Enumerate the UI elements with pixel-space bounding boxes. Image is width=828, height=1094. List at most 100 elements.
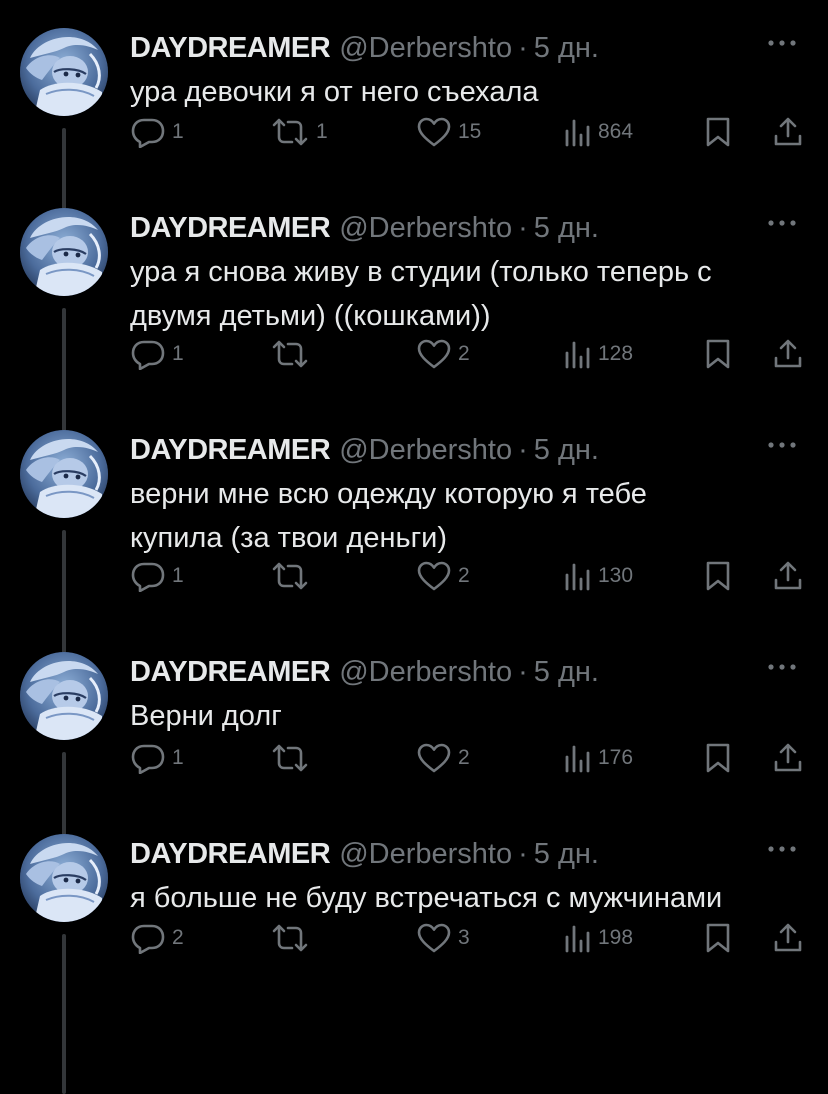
reply-count: 2 (172, 926, 184, 949)
tweet-content: DAYDREAMER @Derbershto · 5 дн. ура я сно… (130, 208, 802, 370)
heart-icon (417, 743, 451, 773)
share-icon (774, 743, 802, 772)
retweet-button[interactable] (270, 558, 316, 594)
share-button[interactable] (772, 740, 804, 776)
tweet-content: DAYDREAMER @Derbershto · 5 дн. ура девоч… (130, 28, 802, 148)
share-button[interactable] (772, 114, 804, 150)
author-name[interactable]: DAYDREAMER (130, 838, 331, 871)
reply-button[interactable]: 1 (130, 558, 184, 594)
bookmark-button[interactable] (704, 740, 732, 776)
retweet-count: 1 (316, 120, 328, 143)
separator-dot: · (518, 837, 528, 870)
author-handle[interactable]: @Derbershto (339, 434, 512, 467)
views-button[interactable]: 198 (562, 920, 633, 956)
tweet-timestamp[interactable]: 5 дн. (534, 32, 599, 65)
reply-count: 1 (172, 342, 184, 365)
share-icon (774, 923, 802, 952)
more-button[interactable] (762, 652, 802, 682)
more-button[interactable] (762, 28, 802, 58)
bookmark-button[interactable] (704, 336, 732, 372)
like-button[interactable]: 2 (416, 558, 470, 594)
tweet-actions: 1 2 (130, 740, 802, 776)
more-button[interactable] (762, 834, 802, 864)
views-button[interactable]: 130 (562, 558, 633, 594)
tweet-timestamp[interactable]: 5 дн. (534, 212, 599, 245)
views-icon (565, 925, 590, 953)
like-count: 15 (458, 120, 482, 143)
author-handle[interactable]: @Derbershto (339, 838, 512, 871)
share-button[interactable] (772, 336, 804, 372)
reply-button[interactable]: 1 (130, 740, 184, 776)
like-button[interactable]: 2 (416, 336, 470, 372)
reply-icon (131, 562, 165, 592)
author-handle[interactable]: @Derbershto (339, 656, 512, 689)
separator-dot: · (518, 211, 528, 244)
separator-dot: · (518, 655, 528, 688)
bookmark-button[interactable] (704, 558, 732, 594)
retweet-button[interactable] (270, 336, 316, 372)
like-button[interactable]: 3 (416, 920, 470, 956)
like-count: 3 (458, 926, 470, 949)
retweet-button[interactable] (270, 740, 316, 776)
reply-icon (131, 744, 165, 774)
more-button[interactable] (762, 430, 802, 460)
author-name[interactable]: DAYDREAMER (130, 32, 331, 65)
more-icon (768, 442, 796, 448)
author-handle[interactable]: @Derbershto (339, 212, 512, 245)
views-button[interactable]: 864 (562, 114, 633, 150)
more-button[interactable] (762, 208, 802, 238)
author-name[interactable]: DAYDREAMER (130, 212, 331, 245)
heart-icon (417, 923, 451, 953)
bookmark-icon (706, 117, 730, 147)
author-name[interactable]: DAYDREAMER (130, 656, 331, 689)
author-name[interactable]: DAYDREAMER (130, 434, 331, 467)
share-icon (774, 339, 802, 368)
tweet-content: DAYDREAMER @Derbershto · 5 дн. я больше … (130, 834, 802, 954)
reply-button[interactable]: 2 (130, 920, 184, 956)
avatar[interactable] (20, 28, 108, 116)
bookmark-button[interactable] (704, 114, 732, 150)
reply-icon (131, 118, 165, 148)
retweet-button[interactable] (270, 920, 316, 956)
tweet-content: DAYDREAMER @Derbershto · 5 дн. Верни дол… (130, 652, 802, 774)
like-count: 2 (458, 564, 470, 587)
views-count: 128 (598, 342, 634, 365)
tweet-timestamp[interactable]: 5 дн. (534, 656, 599, 689)
views-button[interactable]: 176 (562, 740, 633, 776)
retweet-icon (272, 118, 308, 146)
views-count: 864 (598, 120, 634, 143)
tweet-text: верни мне всю одежду которую я тебе купи… (130, 478, 647, 554)
tweet-actions: 1 2 (130, 336, 802, 372)
views-button[interactable]: 128 (562, 336, 633, 372)
author-handle[interactable]: @Derbershto (339, 32, 512, 65)
more-icon (768, 846, 796, 852)
reply-count: 1 (172, 120, 184, 143)
avatar[interactable] (20, 652, 108, 740)
views-count: 176 (598, 746, 634, 769)
views-icon (565, 341, 590, 369)
more-icon (768, 220, 796, 226)
avatar[interactable] (20, 208, 108, 296)
share-button[interactable] (772, 920, 804, 956)
reply-button[interactable]: 1 (130, 114, 184, 150)
bookmark-icon (706, 923, 730, 953)
like-button[interactable]: 2 (416, 740, 470, 776)
tweet-text: Верни долг (130, 700, 282, 732)
retweet-icon (272, 340, 308, 368)
bookmark-icon (706, 561, 730, 591)
avatar[interactable] (20, 834, 108, 922)
tweet-content: DAYDREAMER @Derbershto · 5 дн. верни мне… (130, 430, 802, 592)
avatar[interactable] (20, 430, 108, 518)
bookmark-icon (706, 743, 730, 773)
like-button[interactable]: 15 (416, 114, 481, 150)
retweet-button[interactable]: 1 (270, 114, 328, 150)
like-count: 2 (458, 746, 470, 769)
separator-dot: · (518, 31, 528, 64)
bookmark-button[interactable] (704, 920, 732, 956)
share-button[interactable] (772, 558, 804, 594)
tweet-timestamp[interactable]: 5 дн. (534, 838, 599, 871)
thread-line (62, 934, 66, 1094)
tweet-actions: 2 3 198 (130, 920, 802, 956)
reply-button[interactable]: 1 (130, 336, 184, 372)
tweet-timestamp[interactable]: 5 дн. (534, 434, 599, 467)
